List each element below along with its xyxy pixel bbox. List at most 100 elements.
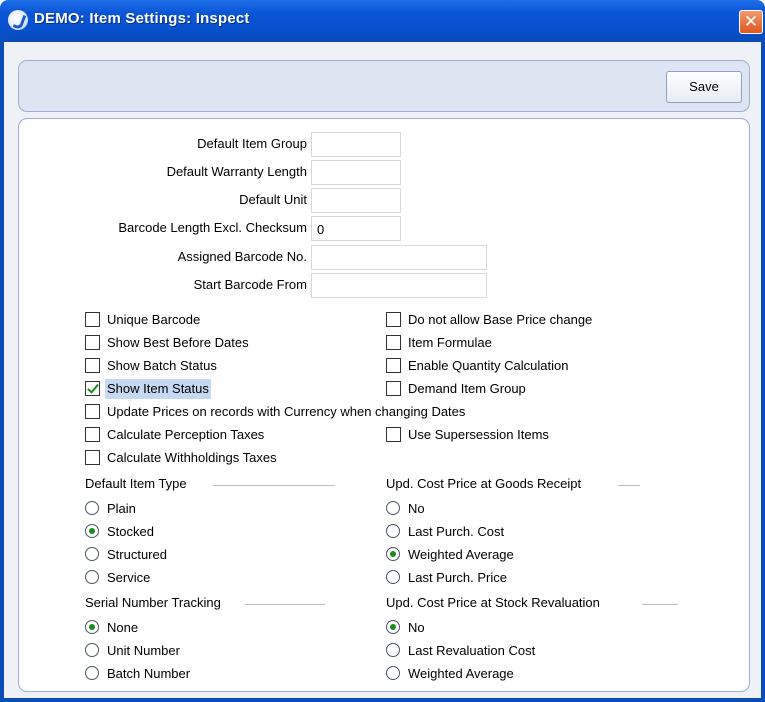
close-button[interactable]: ✕ [739,10,763,34]
item-formulae-checkbox[interactable]: Item Formulae [386,333,706,353]
radio-circle[interactable] [85,524,99,538]
radio-label: Unit Number [107,643,180,658]
show-item-status-checkbox[interactable]: Show Item Status [85,379,385,399]
checkbox-box[interactable] [386,381,401,396]
item-type-structured-radio[interactable]: Structured [85,545,285,565]
checkbox-label: Item Formulae [408,335,492,350]
check-mark-icon[interactable] [85,381,100,396]
serial-none-radio[interactable]: None [85,618,285,638]
serial-unit-number-radio[interactable]: Unit Number [85,641,285,661]
goods-receipt-last-purch-price-radio[interactable]: Last Purch. Price [386,568,636,588]
update-prices-currency-checkbox[interactable]: Update Prices on records with Currency w… [85,402,645,422]
checkbox-box[interactable] [386,312,401,327]
group-divider [618,485,640,486]
title-bar[interactable]: DEMO: Item Settings: Inspect ✕ [0,0,765,42]
use-supersession-items-checkbox[interactable]: Use Supersession Items [386,425,706,445]
radio-circle[interactable] [386,547,400,561]
radio-circle[interactable] [85,666,99,680]
group-divider [642,604,678,605]
assigned-barcode-field[interactable] [311,245,487,270]
radio-label: Plain [107,501,136,516]
radio-label: Last Purch. Price [408,570,507,585]
radio-label: Batch Number [107,666,191,681]
cost-goods-receipt-title: Upd. Cost Price at Goods Receipt [386,476,582,491]
radio-circle[interactable] [85,643,99,657]
calculate-perception-taxes-checkbox[interactable]: Calculate Perception Taxes [85,425,385,445]
calculate-withholdings-taxes-checkbox[interactable]: Calculate Withholdings Taxes [85,448,385,468]
radio-circle[interactable] [85,620,99,634]
window-content: Save Default Item Group Default Warranty… [4,42,761,698]
demand-item-group-checkbox[interactable]: Demand Item Group [386,379,706,399]
item-type-stocked-radio[interactable]: Stocked [85,522,285,542]
radio-circle[interactable] [386,524,400,538]
start-barcode-field[interactable] [311,273,487,298]
radio-circle[interactable] [386,620,400,634]
checkbox-box[interactable] [386,427,401,442]
radio-circle[interactable] [386,501,400,515]
radio-circle[interactable] [386,570,400,584]
barcode-length-field[interactable]: 0 [311,216,401,241]
show-batch-status-checkbox[interactable]: Show Batch Status [85,356,385,376]
start-barcode-label: Start Barcode From [193,277,307,292]
checkbox-box[interactable] [386,335,401,350]
assigned-barcode-label: Assigned Barcode No. [177,249,307,264]
enable-quantity-calculation-checkbox[interactable]: Enable Quantity Calculation [386,356,706,376]
default-warranty-length-field[interactable] [311,160,401,185]
goods-receipt-weighted-average-radio[interactable]: Weighted Average [386,545,636,565]
default-item-group-field[interactable] [311,132,401,157]
item-type-plain-radio[interactable]: Plain [85,499,285,519]
radio-label: None [107,620,139,635]
item-settings-window: DEMO: Item Settings: Inspect ✕ Save Defa… [0,0,765,702]
settings-panel: Default Item Group Default Warranty Leng… [18,118,750,692]
checkbox-label: Calculate Withholdings Taxes [107,450,277,465]
revaluation-weighted-average-radio[interactable]: Weighted Average [386,664,636,684]
goods-receipt-last-purch-cost-radio[interactable]: Last Purch. Cost [386,522,636,542]
radio-label: Weighted Average [408,547,514,562]
window-frame: Save Default Item Group Default Warranty… [0,42,765,702]
checkbox-box[interactable] [85,404,100,419]
radio-circle[interactable] [386,643,400,657]
checkbox-label: Show Batch Status [107,358,217,373]
checkbox-box[interactable] [85,450,100,465]
checkbox-box[interactable] [85,427,100,442]
checkbox-label: Show Best Before Dates [107,335,249,350]
radio-label: Last Revaluation Cost [408,643,536,658]
default-item-type-title: Default Item Type [85,476,187,491]
barcode-length-label: Barcode Length Excl. Checksum [118,220,307,235]
goods-receipt-no-radio[interactable]: No [386,499,636,519]
window-title: DEMO: Item Settings: Inspect [34,10,250,27]
checkbox-label: Update Prices on records with Currency w… [107,404,466,419]
checkbox-label: Use Supersession Items [408,427,549,442]
checkbox-box[interactable] [85,312,100,327]
default-unit-field[interactable] [311,188,401,213]
radio-label: No [408,501,425,516]
show-best-before-checkbox[interactable]: Show Best Before Dates [85,333,385,353]
radio-label: Stocked [107,524,154,539]
checkbox-label: Calculate Perception Taxes [107,427,265,442]
save-button[interactable]: Save [666,71,742,103]
checkbox-box[interactable] [386,358,401,373]
cost-stock-revaluation-title: Upd. Cost Price at Stock Revaluation [386,595,600,610]
radio-label: Weighted Average [408,666,514,681]
radio-circle[interactable] [85,570,99,584]
checkbox-box[interactable] [85,335,100,350]
checkbox-label: Enable Quantity Calculation [408,358,569,373]
radio-circle[interactable] [85,501,99,515]
radio-circle[interactable] [386,666,400,680]
checkbox-box[interactable] [85,358,100,373]
radio-label: No [408,620,425,635]
no-base-price-change-checkbox[interactable]: Do not allow Base Price change [386,310,706,330]
default-item-group-label: Default Item Group [197,136,307,151]
serial-batch-number-radio[interactable]: Batch Number [85,664,285,684]
checkbox-label: Unique Barcode [107,312,201,327]
default-warranty-length-label: Default Warranty Length [166,164,307,179]
radio-label: Service [107,570,151,585]
revaluation-last-cost-radio[interactable]: Last Revaluation Cost [386,641,636,661]
item-type-service-radio[interactable]: Service [85,568,285,588]
app-logo-icon [8,10,28,30]
radio-circle[interactable] [85,547,99,561]
radio-label: Last Purch. Cost [408,524,505,539]
unique-barcode-checkbox[interactable]: Unique Barcode [85,310,385,330]
checkbox-label: Demand Item Group [408,381,526,396]
revaluation-no-radio[interactable]: No [386,618,636,638]
